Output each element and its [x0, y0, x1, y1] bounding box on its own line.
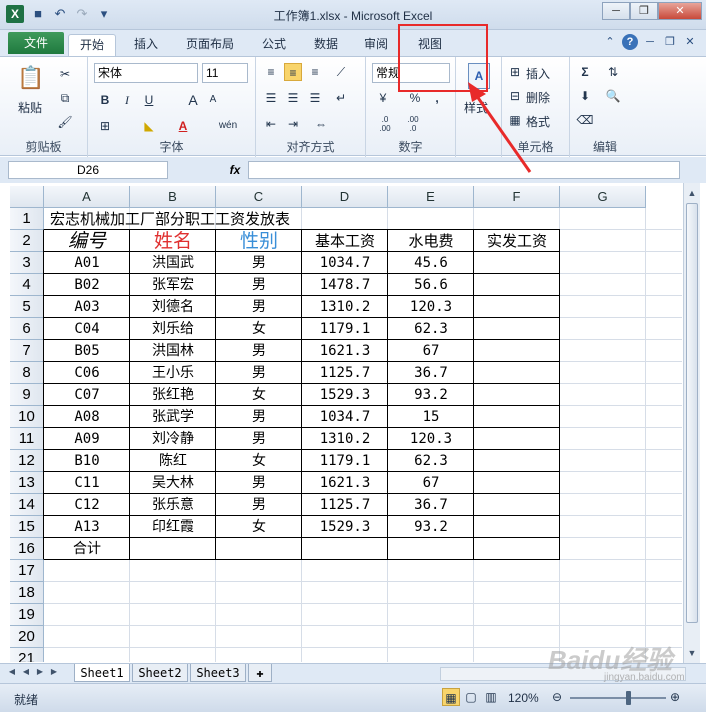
- orientation-icon[interactable]: ⟋: [332, 63, 350, 81]
- ribbon: 📋 粘贴 ✂ ⧉ 🖌 剪贴板 宋体 11 B I U A A ⊞ ◣ A wén…: [0, 56, 706, 157]
- tab-formulas[interactable]: 公式: [252, 34, 296, 56]
- alignment-label: 对齐方式: [286, 140, 335, 154]
- format-painter-icon[interactable]: 🖌: [56, 113, 74, 131]
- workbook-minimize-icon[interactable]: ─: [642, 34, 658, 50]
- window-title: 工作簿1.xlsx - Microsoft Excel: [273, 9, 433, 23]
- tab-data[interactable]: 数据: [306, 34, 346, 56]
- align-middle-icon[interactable]: ≡: [284, 63, 302, 81]
- font-label: 字体: [159, 140, 184, 154]
- font-color-icon[interactable]: A: [174, 117, 192, 135]
- workbook-close-icon[interactable]: ✕: [682, 34, 698, 50]
- bold-button[interactable]: B: [96, 91, 114, 109]
- align-right-icon[interactable]: ☰: [306, 89, 324, 107]
- tab-home[interactable]: 开始: [68, 34, 116, 56]
- normal-view-icon[interactable]: ▦: [442, 688, 460, 706]
- phonetic-button[interactable]: wén: [214, 117, 242, 135]
- last-sheet-icon[interactable]: ▶: [48, 667, 60, 676]
- new-sheet-icon[interactable]: ✚: [248, 664, 272, 682]
- align-center-icon[interactable]: ☰: [284, 89, 302, 107]
- find-select-icon[interactable]: 🔍: [604, 87, 622, 105]
- zoom-slider-handle[interactable]: [626, 691, 631, 705]
- decrease-decimal-button[interactable]: .00 .0: [402, 115, 424, 133]
- cut-icon[interactable]: ✂: [56, 65, 74, 83]
- decrease-indent-icon[interactable]: ⇤: [262, 115, 280, 133]
- clipboard-group: 📋 粘贴 ✂ ⧉ 🖌 剪贴板: [0, 57, 88, 157]
- minimize-button[interactable]: ─: [602, 2, 630, 20]
- clipboard-label: 剪贴板: [25, 140, 62, 154]
- editing-group: Σ ⇅ ⬇ 🔍 ⌫ 编辑: [570, 57, 640, 157]
- paste-button[interactable]: 粘贴: [18, 99, 42, 116]
- zoom-level[interactable]: 120%: [508, 691, 539, 705]
- status-bar: 就绪 ▦ ▢ ▥ 120% ⊖ ⊕: [0, 683, 706, 712]
- zoom-slider[interactable]: [570, 697, 666, 699]
- tab-page-layout[interactable]: 页面布局: [180, 34, 240, 56]
- fill-icon[interactable]: ⬇: [576, 87, 594, 105]
- formula-bar: D26 fx: [0, 157, 706, 183]
- vertical-scrollbar[interactable]: ▲ ▼: [683, 183, 700, 663]
- minimize-ribbon-icon[interactable]: ⌃: [602, 34, 618, 50]
- workbook-restore-icon[interactable]: ❐: [662, 34, 678, 50]
- shrink-font-button[interactable]: A: [204, 91, 222, 109]
- scroll-thumb[interactable]: [686, 203, 698, 623]
- fill-color-icon[interactable]: ◣: [140, 117, 158, 135]
- sheet-tab-sheet2[interactable]: Sheet2: [132, 664, 188, 682]
- increase-decimal-button[interactable]: .0 .00: [374, 115, 396, 133]
- border-icon[interactable]: ⊞: [96, 117, 114, 135]
- paste-icon[interactable]: 📋: [16, 63, 46, 93]
- align-top-icon[interactable]: ≡: [262, 63, 280, 81]
- name-box[interactable]: D26: [8, 161, 168, 179]
- help-icon[interactable]: ?: [622, 34, 638, 50]
- sort-filter-icon[interactable]: ⇅: [604, 63, 622, 81]
- next-sheet-icon[interactable]: ▶: [34, 667, 46, 676]
- zoom-out-icon[interactable]: ⊖: [548, 688, 566, 706]
- restore-button[interactable]: ❐: [630, 2, 658, 20]
- worksheet-grid[interactable]: A B C D E F G 1 2 3 4 5 6 7 8 9 10 11 12 13 14 15 16 17 18 19 20 21…: [10, 186, 682, 662]
- tab-insert[interactable]: 插入: [124, 34, 168, 56]
- close-button[interactable]: ✕: [658, 2, 702, 20]
- increase-indent-icon[interactable]: ⇥: [284, 115, 302, 133]
- insert-cells-icon[interactable]: ⊞: [506, 63, 524, 81]
- status-ready: 就绪: [14, 693, 39, 707]
- underline-button[interactable]: U: [140, 91, 158, 109]
- title-bar: X ■ ↶ ↷ ▾ 工作簿1.xlsx - Microsoft Excel ─ …: [0, 0, 706, 30]
- autosum-button[interactable]: Σ: [576, 63, 594, 81]
- first-sheet-icon[interactable]: ◀: [6, 667, 18, 676]
- watermark-url: jingyan.baidu.com: [604, 672, 685, 683]
- editing-label: 编辑: [592, 140, 617, 154]
- wrap-text-icon[interactable]: ↵: [332, 89, 350, 107]
- table-borders: [43, 229, 560, 560]
- font-size-select[interactable]: 11: [202, 63, 248, 83]
- ribbon-tabs: 文件 开始 插入 页面布局 公式 数据 审阅 视图 ⌃ ? ─ ❐ ✕: [0, 30, 706, 56]
- alignment-group: ≡ ≡ ≡ ⟋ ☰ ☰ ☰ ↵ ⇤ ⇥ ⇔ 对齐方式: [256, 57, 366, 157]
- sheet-tab-sheet1[interactable]: Sheet1: [74, 664, 130, 682]
- grow-font-button[interactable]: A: [184, 91, 202, 109]
- annotation-arrow: [468, 82, 532, 173]
- font-group: 宋体 11 B I U A A ⊞ ◣ A wén 字体: [88, 57, 256, 157]
- copy-icon[interactable]: ⧉: [56, 89, 74, 107]
- font-name-select[interactable]: 宋体: [94, 63, 198, 83]
- merge-center-icon[interactable]: ⇔: [312, 115, 330, 133]
- page-break-view-icon[interactable]: ▥: [482, 688, 500, 706]
- prev-sheet-icon[interactable]: ◀: [20, 667, 32, 676]
- scroll-up-icon[interactable]: ▲: [684, 185, 700, 201]
- zoom-in-icon[interactable]: ⊕: [666, 688, 684, 706]
- page-layout-view-icon[interactable]: ▢: [462, 688, 480, 706]
- insert-function-button[interactable]: fx: [226, 161, 244, 179]
- tab-review[interactable]: 审阅: [356, 34, 396, 56]
- scroll-down-icon[interactable]: ▼: [684, 645, 700, 661]
- align-bottom-icon[interactable]: ≡: [306, 63, 324, 81]
- clear-icon[interactable]: ⌫: [576, 111, 594, 129]
- italic-button[interactable]: I: [118, 91, 136, 109]
- align-left-icon[interactable]: ☰: [262, 89, 280, 107]
- sheet-tab-sheet3[interactable]: Sheet3: [190, 664, 246, 682]
- tab-file[interactable]: 文件: [8, 32, 64, 54]
- number-label: 数字: [398, 140, 423, 154]
- currency-icon[interactable]: ¥: [374, 89, 392, 107]
